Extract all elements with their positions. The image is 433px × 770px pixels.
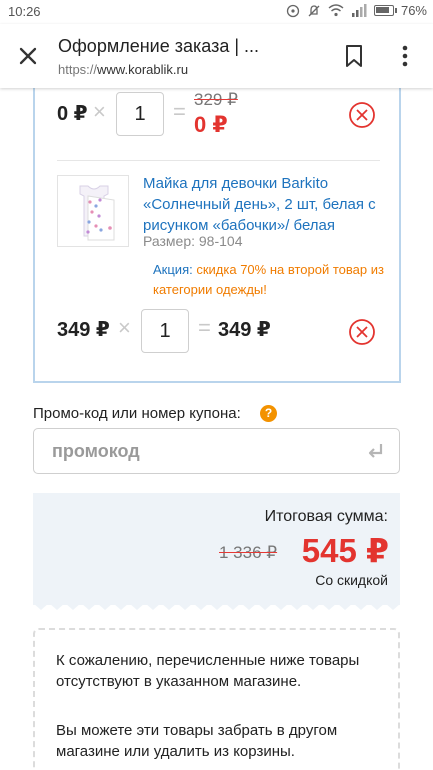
apply-promo-icon[interactable] xyxy=(366,441,386,461)
zigzag-edge xyxy=(33,603,400,610)
multiply-sign: × xyxy=(93,99,106,124)
item-divider xyxy=(57,160,380,161)
cart-items-panel: 0 ₽ × 1 = 329 ₽ 0 ₽ Майка для девочки Ba… xyxy=(33,70,401,383)
total-price: 545 ₽ xyxy=(301,532,389,569)
remove-item-icon[interactable] xyxy=(348,101,376,129)
browser-header: Оформление заказа | ... https://www.kora… xyxy=(0,24,433,88)
status-bar: 10:26 76% xyxy=(0,0,433,24)
discount-note: Со скидкой xyxy=(315,572,388,588)
product-size: Размер: 98-104 xyxy=(143,233,243,249)
item-total: 0 ₽ xyxy=(194,112,228,137)
help-icon[interactable]: ? xyxy=(260,405,277,422)
wifi-icon xyxy=(328,4,344,17)
more-options-icon[interactable] xyxy=(397,43,413,69)
close-icon[interactable] xyxy=(14,42,42,70)
url-scheme: https:// xyxy=(58,62,98,77)
old-price: 329 ₽ xyxy=(194,90,238,109)
cart-item-controls: 349 ₽ × 1 = 349 ₽ xyxy=(35,305,399,365)
unit-price: 0 ₽ xyxy=(57,103,88,125)
promo-code-input[interactable] xyxy=(33,428,400,474)
order-total-panel: Итоговая сумма: 1 336 ₽ 545 ₽ Со скидкой xyxy=(33,493,400,610)
remove-item-icon[interactable] xyxy=(348,318,376,346)
notice-text-secondary: Вы можете эти товары забрать в другом ма… xyxy=(56,722,338,760)
status-time: 10:26 xyxy=(8,4,41,19)
promo-note: Акция: скидка 70% на второй товар из кат… xyxy=(153,260,393,300)
equals-sign: = xyxy=(198,315,211,340)
promo-note-label: Акция: xyxy=(153,262,193,277)
signal-icon xyxy=(351,4,367,17)
product-image[interactable] xyxy=(57,175,129,247)
unit-price: 349 ₽ xyxy=(57,319,110,341)
total-label: Итоговая сумма: xyxy=(264,508,388,525)
quantity-input[interactable]: 1 xyxy=(141,309,189,353)
url-host: www.korablik.ru xyxy=(97,62,189,77)
multiply-sign: × xyxy=(118,315,131,340)
mute-icon xyxy=(308,4,320,16)
unavailable-items-notice: К сожалению, перечисленные ниже товары о… xyxy=(33,628,400,770)
total-old-price: 1 336 ₽ xyxy=(219,543,278,562)
battery-icon xyxy=(373,5,397,16)
item-total: 349 ₽ xyxy=(218,319,271,341)
bookmark-icon[interactable] xyxy=(343,43,365,69)
page-title: Оформление заказа | ... xyxy=(58,36,260,56)
battery-level: 76% xyxy=(400,3,427,18)
notice-text-primary: К сожалению, перечисленные ниже товары о… xyxy=(56,652,360,690)
status-icons: 76% xyxy=(286,3,427,18)
equals-sign: = xyxy=(173,99,186,124)
product-name-link[interactable]: Майка для девочки Barkito «Солнечный ден… xyxy=(143,173,388,236)
hotspot-icon xyxy=(286,4,300,17)
promo-code-label: Промо-код или номер купона: xyxy=(33,405,241,422)
page-url[interactable]: https://www.korablik.ru xyxy=(58,62,188,77)
quantity-input[interactable]: 1 xyxy=(116,92,164,136)
